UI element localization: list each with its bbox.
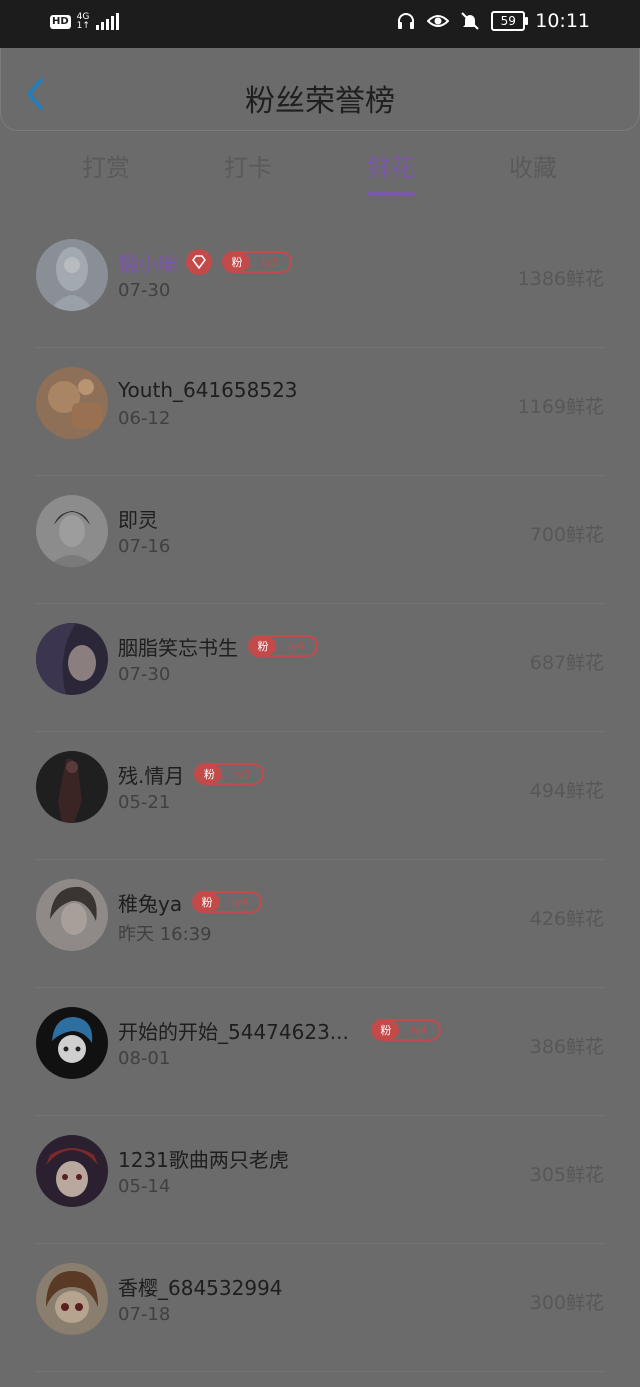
list-item[interactable]: 糯小喵 粉 lv2 07-30 1386鲜花 [0,220,640,348]
flower-count: 700鲜花 [529,524,604,546]
name-line: 1231歌曲两只老虎 [118,1144,289,1172]
fan-badge-label: 粉 [224,253,250,271]
tab-label: 打卡 [224,154,272,182]
flower-count: 494鲜花 [529,780,604,802]
name-line: 开始的开始_54474623... 粉 lv4 [118,1016,441,1044]
tab-favorites[interactable]: 收藏 [478,148,588,183]
user-name: Youth_641658523 [118,378,298,402]
status-left: HD 4G 1↑ [50,13,119,31]
network-activity: 1↑ [76,21,90,31]
flower-count: 687鲜花 [529,652,604,674]
avatar[interactable] [36,751,108,823]
avatar[interactable] [36,1135,108,1207]
fan-badge-label: 粉 [196,765,223,783]
name-line: 即灵 [118,504,158,532]
avatar[interactable] [36,623,108,695]
hd-badge: HD [50,15,71,29]
diamond-icon [186,249,212,275]
user-name: 香樱_684532994 [118,1275,283,1300]
list-item[interactable]: 香樱_684532994 07-18 300鲜花 [0,1244,640,1372]
user-name: 残.情月 [118,763,185,788]
eye-icon [427,10,450,32]
status-right: 59 10:11 [395,10,590,32]
page-title: 粉丝荣誉榜 [245,84,395,119]
tab-bar: 打赏 打卡 鲜花 收藏 [0,148,640,204]
avatar[interactable] [36,367,108,439]
user-name: 即灵 [118,507,158,532]
fan-badge-level: lv2 [261,255,279,269]
tab-active-indicator [367,192,415,196]
bell-muted-icon [459,10,481,32]
fan-badge-level: lv4 [231,895,249,909]
battery-icon: 59 [491,11,529,31]
user-name: 糯小喵 [118,251,178,276]
item-date: 05-14 [118,1176,171,1197]
avatar[interactable] [36,495,108,567]
flower-count: 300鲜花 [529,1292,604,1314]
tab-label: 收藏 [509,154,557,182]
signal-icon [95,13,119,30]
tab-label: 鲜花 [367,154,415,182]
tab-checkin[interactable]: 打卡 [193,148,303,183]
avatar[interactable] [36,879,108,951]
name-line: Youth_641658523 [118,376,298,404]
user-name: 稚兔ya [118,891,183,916]
network-indicator: 4G 1↑ [77,13,90,31]
item-date: 08-01 [118,1048,171,1069]
flower-count: 1386鲜花 [517,268,604,290]
status-bar: HD 4G 1↑ 59 10:11 [0,0,640,48]
user-name: 1231歌曲两只老虎 [118,1147,289,1172]
name-line: 胭脂笑忘书生 粉 lv4 [118,632,318,660]
fan-badge-label: 粉 [250,637,276,655]
item-date: 昨天 16:39 [118,924,212,945]
flower-count: 426鲜花 [529,908,604,930]
fan-badge-level: lv4 [287,639,305,653]
headphones-icon [395,10,417,32]
avatar[interactable] [36,239,108,311]
item-date: 05-21 [118,792,171,813]
fan-badge-label: 粉 [372,1021,399,1039]
item-date: 07-18 [118,1304,171,1325]
nav-bar: 粉丝荣誉榜 [0,48,640,131]
fan-level-badge: 粉 lv3 [194,763,265,785]
fan-level-badge: 粉 lv4 [248,635,318,657]
name-line: 糯小喵 粉 lv2 [118,248,292,276]
list-item[interactable]: 开始的开始_54474623... 粉 lv4 08-01 386鲜花 [0,988,640,1116]
divider [36,1371,604,1372]
fan-level-badge: 粉 lv2 [222,251,292,273]
tab-tip[interactable]: 打赏 [51,148,161,183]
list-item[interactable]: 残.情月 粉 lv3 05-21 494鲜花 [0,732,640,860]
fan-badge-level: lv4 [410,1023,428,1037]
tab-label: 打赏 [82,154,130,182]
user-name: 开始的开始_54474623... [118,1019,349,1044]
list-item[interactable]: 胭脂笑忘书生 粉 lv4 07-30 687鲜花 [0,604,640,732]
avatar[interactable] [36,1263,108,1335]
item-date: 07-16 [118,536,171,557]
item-date: 07-30 [118,280,171,301]
list-item[interactable]: 1231歌曲两只老虎 05-14 305鲜花 [0,1116,640,1244]
flower-count: 1169鲜花 [517,396,604,418]
name-line: 稚兔ya 粉 lv4 [118,888,263,916]
name-line: 香樱_684532994 [118,1272,283,1300]
flower-count: 386鲜花 [529,1036,604,1058]
fan-badge-label: 粉 [194,893,221,911]
list-item[interactable]: 稚兔ya 粉 lv4 昨天 16:39 426鲜花 [0,860,640,988]
avatar[interactable] [36,1007,108,1079]
list-item[interactable]: Youth_641658523 06-12 1169鲜花 [0,348,640,476]
flower-count: 305鲜花 [529,1164,604,1186]
item-date: 07-30 [118,664,171,685]
clock: 10:11 [535,10,590,32]
tab-flowers[interactable]: 鲜花 [336,148,446,196]
fan-level-badge: 粉 lv4 [370,1019,441,1041]
item-date: 06-12 [118,408,171,429]
fan-level-badge: 粉 lv4 [192,891,263,913]
user-name: 胭脂笑忘书生 [118,635,238,660]
fan-badge-level: lv3 [234,767,251,781]
name-line: 残.情月 粉 lv3 [118,760,265,788]
list-item[interactable]: 即灵 07-16 700鲜花 [0,476,640,604]
